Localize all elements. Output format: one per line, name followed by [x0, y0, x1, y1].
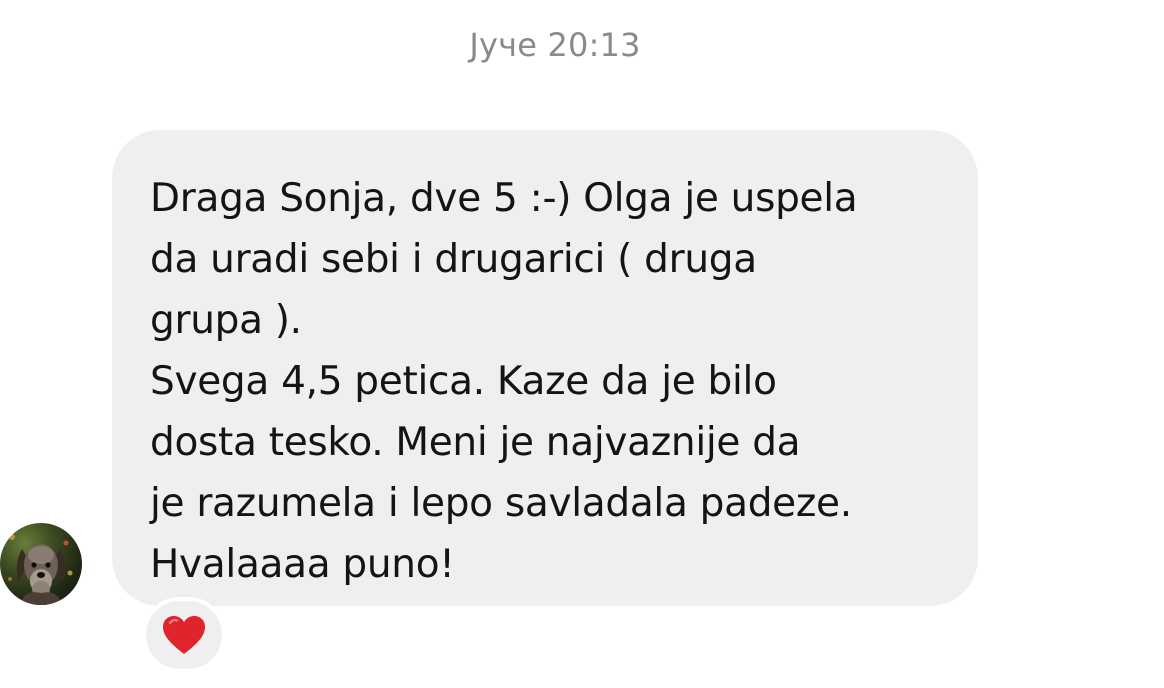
sender-avatar[interactable]: [0, 523, 82, 605]
message-line: dosta tesko. Meni je najvaznije da: [150, 420, 801, 465]
message-reaction[interactable]: [142, 597, 226, 673]
message-line: Draga Sonja, dve 5 :-) Olga je uspela: [150, 176, 858, 221]
message-line: Svega 4,5 petica. Kaze da je bilo: [150, 359, 777, 404]
message-bubble[interactable]: Draga Sonja, dve 5 :-) Olga je uspela da…: [112, 130, 978, 606]
message-line: Hvalaaaa puno!: [150, 542, 455, 587]
message-line: grupa ).: [150, 298, 302, 343]
dog-avatar-image: [8, 534, 73, 605]
message-timestamp: Јуче 20:13: [469, 26, 641, 64]
red-heart-icon: [163, 616, 205, 654]
message-line: je razumela i lepo savladala padeze.: [150, 481, 852, 526]
message-line: da uradi sebi i drugarici ( druga: [150, 237, 757, 282]
